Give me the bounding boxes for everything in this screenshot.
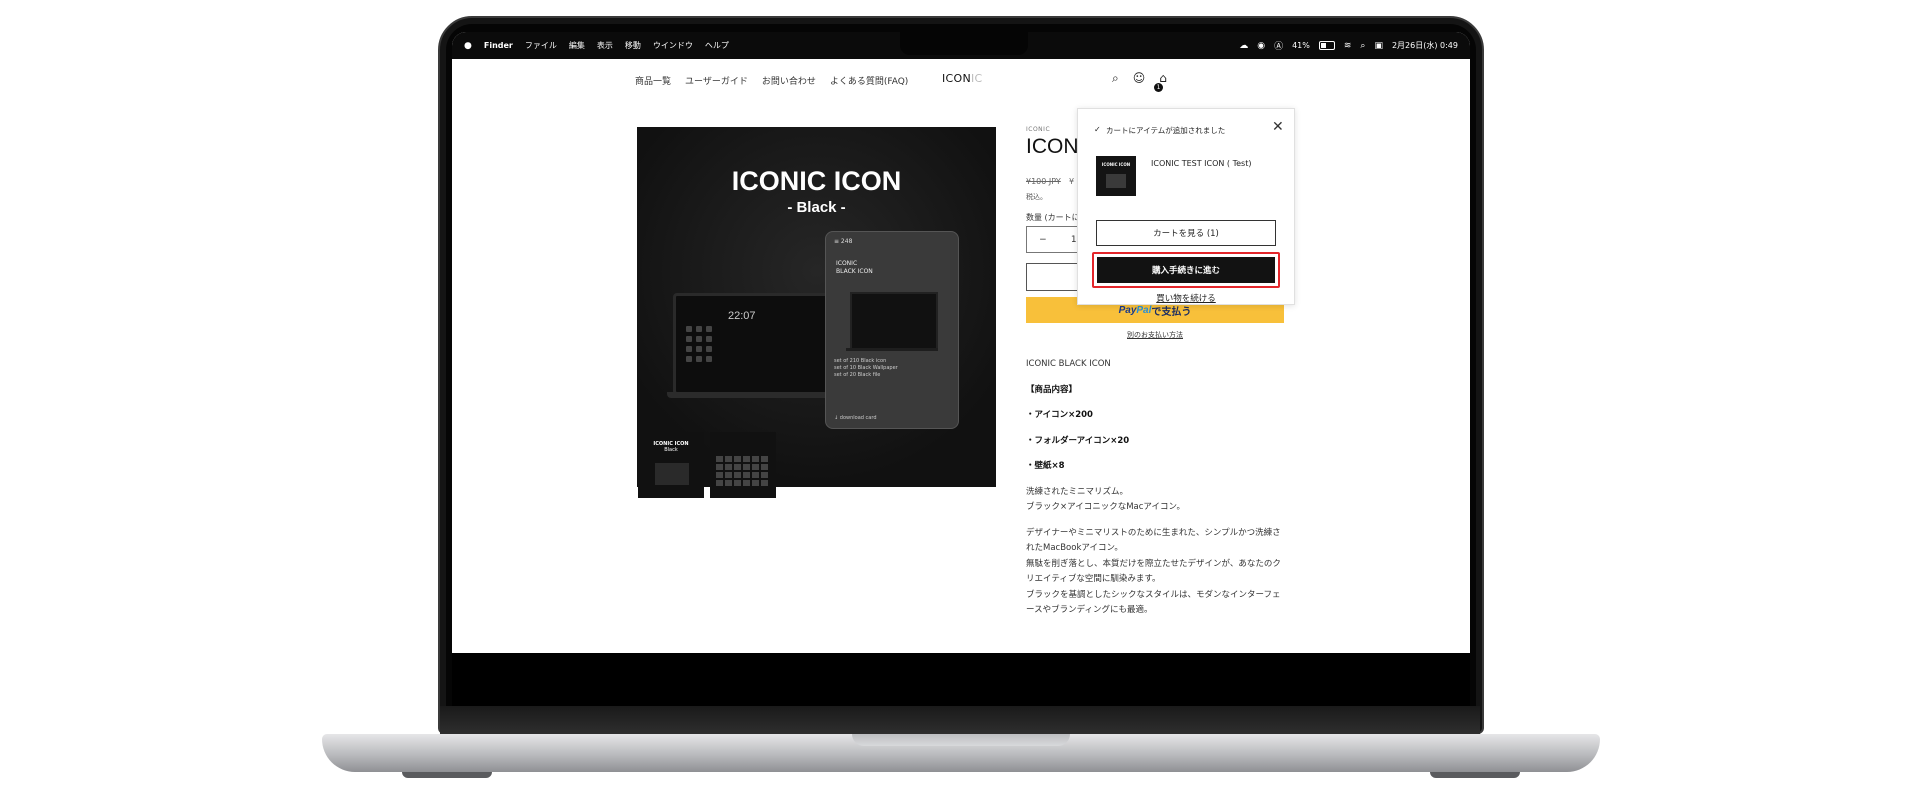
site-header: 商品一覧 ユーザーガイド お問い合わせ よくある質問(FAQ) ICONIC ⌕… <box>452 59 1470 101</box>
base-notch <box>852 734 1070 746</box>
site-logo[interactable]: ICONIC <box>942 72 983 85</box>
continue-shopping-link[interactable]: 買い物を続ける <box>1078 292 1294 304</box>
card-label-2: BLACK ICON <box>836 268 873 275</box>
image-subtitle: - Black - <box>787 199 846 216</box>
desc-header: 【商品内容】 <box>1026 384 1078 395</box>
battery-icon[interactable] <box>1318 41 1335 50</box>
product-thumbnail-1[interactable]: ICONIC ICON Black <box>638 432 704 498</box>
nav-contact[interactable]: お問い合わせ <box>762 74 816 87</box>
desc-p2a: デザイナーやミニマリストのために生まれた、シンプルかつ洗練されたMacBookア… <box>1026 527 1281 554</box>
desc-item-3: ・壁紙×8 <box>1026 461 1065 471</box>
screen-chin <box>452 653 1470 707</box>
card-download: ↓ download card <box>834 415 877 421</box>
quantity-value[interactable]: 1 <box>1071 235 1077 245</box>
product-title: ICON <box>1026 135 1079 158</box>
nav-user-guide[interactable]: ユーザーガイド <box>685 74 748 87</box>
hinge <box>440 706 1480 734</box>
product-description: ICONIC BLACK ICON 【商品内容】 ・アイコン×200 ・フォルダ… <box>1026 357 1288 629</box>
macbook-frame: ● Finder ファイル 編集 表示 移動 ウインドウ ヘルプ ☁ ◉ Ⓐ 4… <box>0 0 1920 800</box>
view-cart-button[interactable]: カートを見る (1) <box>1096 220 1276 246</box>
apple-icon[interactable]: ● <box>464 41 472 51</box>
quantity-label: 数量 (カートに <box>1026 213 1080 222</box>
product-vendor: ICONIC <box>1026 126 1051 133</box>
battery-percent: 41% <box>1292 41 1310 50</box>
paypal-pay: Pay <box>1118 304 1137 316</box>
card-line-3: set of 20 Black file <box>834 372 881 378</box>
menu-go[interactable]: 移動 <box>625 40 641 51</box>
menu-window[interactable]: ウインドウ <box>653 40 693 51</box>
card-line-2: set of 10 Black Wallpaper <box>834 365 898 371</box>
logo-faded: IC <box>971 72 983 85</box>
record-icon[interactable]: ◉ <box>1257 41 1265 51</box>
card-mini-mac <box>850 292 938 350</box>
popup-thumb-graphic <box>1106 174 1126 188</box>
mockup-mac-base <box>667 392 829 398</box>
close-icon[interactable]: ✕ <box>1272 119 1284 135</box>
laptop-foot-left <box>402 772 492 778</box>
main-nav: 商品一覧 ユーザーガイド お問い合わせ よくある質問(FAQ) <box>635 59 908 101</box>
mockup-mac-screen: 22:07 <box>673 293 829 395</box>
desc-p1a: 洗練されたミニマリズム。 <box>1026 486 1129 497</box>
control-center-icon[interactable]: ▣ <box>1374 41 1383 51</box>
nav-products[interactable]: 商品一覧 <box>635 74 671 87</box>
laptop-foot-right <box>1430 772 1520 778</box>
menu-help[interactable]: ヘルプ <box>705 40 729 51</box>
thumb-subtitle: Black <box>664 447 678 453</box>
price-regular: ¥100 JPY <box>1026 177 1061 186</box>
quantity-minus-button[interactable]: − <box>1039 235 1047 245</box>
popup-thumb-title: ICONIC ICON <box>1101 162 1131 167</box>
input-source-icon[interactable]: Ⓐ <box>1274 39 1283 52</box>
desc-p1b: ブラック×アイコニックなMacアイコン。 <box>1026 502 1185 512</box>
popup-item-thumbnail: ICONIC ICON <box>1096 156 1136 196</box>
account-icon[interactable]: ☺ <box>1133 71 1146 86</box>
menu-view[interactable]: 表示 <box>597 40 613 51</box>
thumb-graphic <box>655 463 689 485</box>
camera-notch <box>900 32 1028 55</box>
menu-file[interactable]: ファイル <box>525 40 557 51</box>
image-title: ICONIC ICON <box>731 166 902 196</box>
search-icon[interactable]: ⌕ <box>1112 71 1119 86</box>
paypal-pal: Pal <box>1136 304 1152 316</box>
tax-note: 税込。 <box>1026 193 1047 201</box>
card-line-1: set of 210 Black icon <box>834 358 887 364</box>
screen: ● Finder ファイル 編集 表示 移動 ウインドウ ヘルプ ☁ ◉ Ⓐ 4… <box>452 32 1470 653</box>
product-thumbnail-2[interactable] <box>710 432 776 498</box>
thumb-icon-grid <box>716 456 770 486</box>
cart-notification-popup: ✓ カートにアイテムが追加されました ✕ ICONIC ICON ICONIC … <box>1077 108 1295 305</box>
popup-item-name: ICONIC TEST ICON ( Test) <box>1151 159 1252 168</box>
menubar-clock[interactable]: 2月26日(水) 0:49 <box>1392 40 1458 51</box>
menu-edit[interactable]: 編集 <box>569 40 585 51</box>
card-top-label: ≡ 248 <box>834 238 853 245</box>
desc-item-2: ・フォルダーアイコン×20 <box>1026 435 1130 446</box>
card-label-1: ICONIC <box>836 260 858 267</box>
mockup-time: 22:07 <box>728 310 756 322</box>
desc-p2b: 無駄を削ぎ落とし、本質だけを際立たせたデザインが、あなたのクリエイティブな空間に… <box>1026 558 1281 585</box>
logo-main: ICON <box>942 72 972 85</box>
search-icon[interactable]: ⌕ <box>1360 41 1365 51</box>
checkout-button[interactable]: 購入手続きに進む <box>1097 257 1275 283</box>
nav-faq[interactable]: よくある質問(FAQ) <box>830 74 908 87</box>
menu-app-name[interactable]: Finder <box>484 41 513 50</box>
cart-added-message: カートにアイテムが追加されました <box>1106 126 1226 135</box>
card-mini-mac-base <box>846 348 938 351</box>
desc-name: ICONIC BLACK ICON <box>1026 359 1111 369</box>
wifi-icon[interactable]: ≋ <box>1344 41 1352 51</box>
cloud-icon[interactable]: ☁ <box>1239 41 1248 51</box>
check-icon: ✓ <box>1094 125 1101 134</box>
mockup-card: ≡ 248 ICONIC BLACK ICON set of 210 Black … <box>825 231 959 429</box>
desc-p2c: ブラックを基調としたシックなスタイルは、モダンなインターフェースやブランディング… <box>1026 589 1281 616</box>
price-sale: ¥ <box>1069 177 1075 186</box>
cart-count-badge: 1 <box>1154 83 1163 92</box>
other-payment-link[interactable]: 別のお支払い方法 <box>1026 330 1284 340</box>
desc-item-1: ・アイコン×200 <box>1026 410 1093 420</box>
hand-cursor-icon: ☝ <box>1208 264 1216 278</box>
